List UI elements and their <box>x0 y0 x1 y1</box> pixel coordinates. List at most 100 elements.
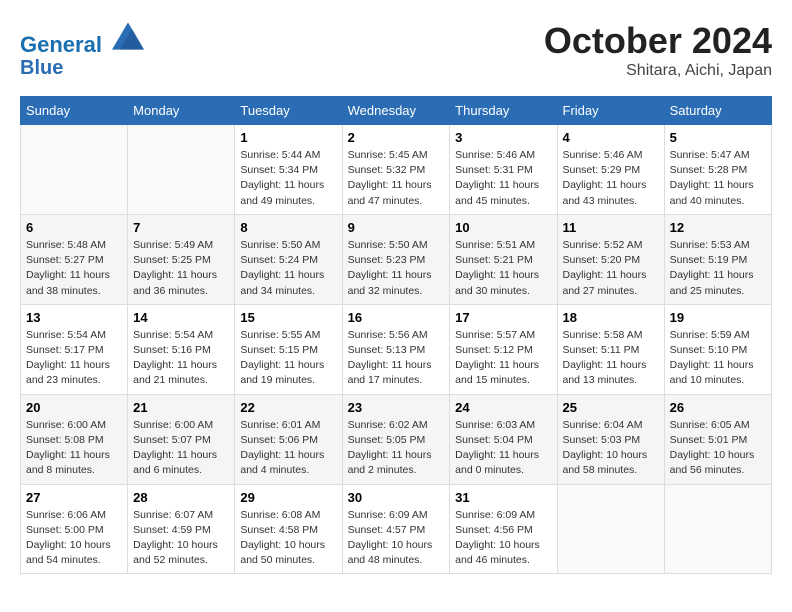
day-info: Sunrise: 5:52 AM Sunset: 5:20 PM Dayligh… <box>563 238 659 299</box>
day-number: 1 <box>240 130 336 145</box>
calendar-table: SundayMondayTuesdayWednesdayThursdayFrid… <box>20 96 772 574</box>
day-info: Sunrise: 5:44 AM Sunset: 5:34 PM Dayligh… <box>240 148 336 209</box>
day-number: 20 <box>26 400 122 415</box>
day-number: 6 <box>26 220 122 235</box>
day-cell: 19 Sunrise: 5:59 AM Sunset: 5:10 PM Dayli… <box>664 304 771 394</box>
day-info: Sunrise: 6:07 AM Sunset: 4:59 PM Dayligh… <box>133 508 229 569</box>
day-number: 28 <box>133 490 229 505</box>
day-info: Sunrise: 5:46 AM Sunset: 5:31 PM Dayligh… <box>455 148 551 209</box>
day-info: Sunrise: 5:58 AM Sunset: 5:11 PM Dayligh… <box>563 328 659 389</box>
day-info: Sunrise: 5:46 AM Sunset: 5:29 PM Dayligh… <box>563 148 659 209</box>
day-number: 7 <box>133 220 229 235</box>
day-cell <box>128 125 235 215</box>
weekday-header-sunday: Sunday <box>21 97 128 125</box>
page-header: General Blue October 2024 Shitara, Aichi… <box>20 20 772 80</box>
day-cell: 30Sunrise: 6:09 AM Sunset: 4:57 PM Dayli… <box>342 484 450 574</box>
day-info: Sunrise: 6:01 AM Sunset: 5:06 PM Dayligh… <box>240 418 336 479</box>
day-cell: 11 Sunrise: 5:52 AM Sunset: 5:20 PM Dayli… <box>557 214 664 304</box>
week-row-2: 6 Sunrise: 5:48 AM Sunset: 5:27 PM Daylig… <box>21 214 772 304</box>
day-info: Sunrise: 5:45 AM Sunset: 5:32 PM Dayligh… <box>348 148 445 209</box>
day-number: 23 <box>348 400 445 415</box>
day-cell: 25 Sunrise: 6:04 AM Sunset: 5:03 PM Dayli… <box>557 394 664 484</box>
day-number: 22 <box>240 400 336 415</box>
day-cell: 29 Sunrise: 6:08 AM Sunset: 4:58 PM Dayli… <box>235 484 342 574</box>
weekday-header-row: SundayMondayTuesdayWednesdayThursdayFrid… <box>21 97 772 125</box>
day-number: 31 <box>455 490 551 505</box>
weekday-header-saturday: Saturday <box>664 97 771 125</box>
day-cell: 31 Sunrise: 6:09 AM Sunset: 4:56 PM Dayli… <box>450 484 557 574</box>
day-number: 12 <box>670 220 766 235</box>
week-row-3: 13Sunrise: 5:54 AM Sunset: 5:17 PM Dayli… <box>21 304 772 394</box>
day-number: 25 <box>563 400 659 415</box>
day-info: Sunrise: 6:08 AM Sunset: 4:58 PM Dayligh… <box>240 508 336 569</box>
day-info: Sunrise: 6:00 AM Sunset: 5:07 PM Dayligh… <box>133 418 229 479</box>
day-info: Sunrise: 5:54 AM Sunset: 5:16 PM Dayligh… <box>133 328 229 389</box>
day-cell: 5 Sunrise: 5:47 AM Sunset: 5:28 PM Daylig… <box>664 125 771 215</box>
day-info: Sunrise: 6:04 AM Sunset: 5:03 PM Dayligh… <box>563 418 659 479</box>
day-info: Sunrise: 5:50 AM Sunset: 5:24 PM Dayligh… <box>240 238 336 299</box>
day-number: 21 <box>133 400 229 415</box>
day-cell: 26 Sunrise: 6:05 AM Sunset: 5:01 PM Dayli… <box>664 394 771 484</box>
day-info: Sunrise: 5:50 AM Sunset: 5:23 PM Dayligh… <box>348 238 445 299</box>
day-cell: 7 Sunrise: 5:49 AM Sunset: 5:25 PM Daylig… <box>128 214 235 304</box>
day-cell: 6 Sunrise: 5:48 AM Sunset: 5:27 PM Daylig… <box>21 214 128 304</box>
day-info: Sunrise: 5:49 AM Sunset: 5:25 PM Dayligh… <box>133 238 229 299</box>
logo-general: General <box>20 32 102 57</box>
day-cell: 23 Sunrise: 6:02 AM Sunset: 5:05 PM Dayli… <box>342 394 450 484</box>
day-info: Sunrise: 5:55 AM Sunset: 5:15 PM Dayligh… <box>240 328 336 389</box>
day-info: Sunrise: 6:05 AM Sunset: 5:01 PM Dayligh… <box>670 418 766 479</box>
day-cell: 21 Sunrise: 6:00 AM Sunset: 5:07 PM Dayli… <box>128 394 235 484</box>
day-number: 5 <box>670 130 766 145</box>
day-number: 19 <box>670 310 766 325</box>
day-cell: 4 Sunrise: 5:46 AM Sunset: 5:29 PM Daylig… <box>557 125 664 215</box>
day-number: 26 <box>670 400 766 415</box>
day-cell: 16Sunrise: 5:56 AM Sunset: 5:13 PM Dayli… <box>342 304 450 394</box>
logo-text: General <box>20 20 144 57</box>
day-info: Sunrise: 6:06 AM Sunset: 5:00 PM Dayligh… <box>26 508 122 569</box>
day-number: 15 <box>240 310 336 325</box>
day-number: 8 <box>240 220 336 235</box>
day-info: Sunrise: 6:00 AM Sunset: 5:08 PM Dayligh… <box>26 418 122 479</box>
day-info: Sunrise: 5:59 AM Sunset: 5:10 PM Dayligh… <box>670 328 766 389</box>
location: Shitara, Aichi, Japan <box>544 62 772 80</box>
day-number: 2 <box>348 130 445 145</box>
day-cell: 10Sunrise: 5:51 AM Sunset: 5:21 PM Dayli… <box>450 214 557 304</box>
title-block: October 2024 Shitara, Aichi, Japan <box>544 20 772 80</box>
week-row-1: 1 Sunrise: 5:44 AM Sunset: 5:34 PM Daylig… <box>21 125 772 215</box>
logo-icon <box>112 20 144 52</box>
weekday-header-thursday: Thursday <box>450 97 557 125</box>
day-cell: 12 Sunrise: 5:53 AM Sunset: 5:19 PM Dayli… <box>664 214 771 304</box>
day-number: 11 <box>563 220 659 235</box>
day-cell: 9 Sunrise: 5:50 AM Sunset: 5:23 PM Daylig… <box>342 214 450 304</box>
day-info: Sunrise: 6:02 AM Sunset: 5:05 PM Dayligh… <box>348 418 445 479</box>
day-number: 13 <box>26 310 122 325</box>
logo: General Blue <box>20 20 144 79</box>
day-cell <box>557 484 664 574</box>
day-number: 17 <box>455 310 551 325</box>
day-info: Sunrise: 6:09 AM Sunset: 4:56 PM Dayligh… <box>455 508 551 569</box>
day-cell: 3Sunrise: 5:46 AM Sunset: 5:31 PM Daylig… <box>450 125 557 215</box>
day-cell: 1 Sunrise: 5:44 AM Sunset: 5:34 PM Daylig… <box>235 125 342 215</box>
week-row-4: 20 Sunrise: 6:00 AM Sunset: 5:08 PM Dayli… <box>21 394 772 484</box>
day-number: 29 <box>240 490 336 505</box>
day-cell <box>664 484 771 574</box>
day-info: Sunrise: 5:53 AM Sunset: 5:19 PM Dayligh… <box>670 238 766 299</box>
week-row-5: 27Sunrise: 6:06 AM Sunset: 5:00 PM Dayli… <box>21 484 772 574</box>
day-cell: 18Sunrise: 5:58 AM Sunset: 5:11 PM Dayli… <box>557 304 664 394</box>
day-info: Sunrise: 5:47 AM Sunset: 5:28 PM Dayligh… <box>670 148 766 209</box>
day-number: 4 <box>563 130 659 145</box>
day-number: 9 <box>348 220 445 235</box>
day-cell: 15 Sunrise: 5:55 AM Sunset: 5:15 PM Dayli… <box>235 304 342 394</box>
day-number: 16 <box>348 310 445 325</box>
day-cell: 28 Sunrise: 6:07 AM Sunset: 4:59 PM Dayli… <box>128 484 235 574</box>
month-title: October 2024 <box>544 20 772 62</box>
day-cell <box>21 125 128 215</box>
day-info: Sunrise: 5:57 AM Sunset: 5:12 PM Dayligh… <box>455 328 551 389</box>
day-cell: 24Sunrise: 6:03 AM Sunset: 5:04 PM Dayli… <box>450 394 557 484</box>
day-info: Sunrise: 5:48 AM Sunset: 5:27 PM Dayligh… <box>26 238 122 299</box>
day-number: 24 <box>455 400 551 415</box>
day-cell: 20 Sunrise: 6:00 AM Sunset: 5:08 PM Dayli… <box>21 394 128 484</box>
day-cell: 2 Sunrise: 5:45 AM Sunset: 5:32 PM Daylig… <box>342 125 450 215</box>
weekday-header-wednesday: Wednesday <box>342 97 450 125</box>
day-cell: 8 Sunrise: 5:50 AM Sunset: 5:24 PM Daylig… <box>235 214 342 304</box>
